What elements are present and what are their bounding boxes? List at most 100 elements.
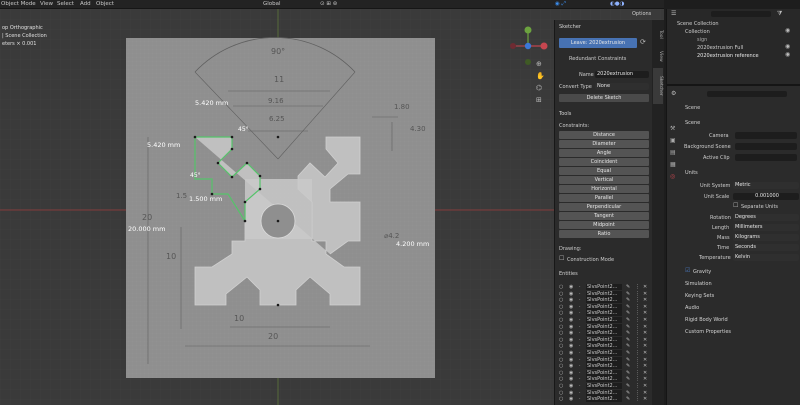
select-circle-icon[interactable]: ○ [559, 337, 563, 343]
more-icon[interactable]: ⋮ [635, 304, 640, 310]
eye-icon[interactable]: ◉ [569, 363, 573, 369]
camera-field[interactable] [735, 132, 797, 139]
select-circle-icon[interactable]: ○ [559, 324, 563, 330]
edit-icon[interactable]: ✎ [626, 297, 630, 303]
more-icon[interactable]: ⋮ [635, 376, 640, 382]
navigation-gizmo[interactable] [507, 25, 549, 67]
constraint-perpendicular[interactable]: Perpendicular [559, 203, 649, 211]
entity-name[interactable]: SlvsPoint2... [586, 303, 622, 310]
object-menu[interactable]: Object [96, 1, 114, 7]
select-circle-icon[interactable]: ○ [559, 330, 563, 336]
select-circle-icon[interactable]: ○ [559, 317, 563, 323]
construction-checkbox-icon[interactable]: ☐ [559, 256, 564, 262]
entity-name[interactable]: SlvsPoint2... [586, 297, 622, 304]
more-icon[interactable]: ⋮ [635, 291, 640, 297]
dim-1500[interactable]: 1.500 mm [189, 195, 222, 203]
scene-section[interactable]: Scene [685, 120, 700, 126]
rotation-select[interactable]: Degrees [733, 214, 799, 221]
entity-row[interactable]: ○ ◉ · SlvsPoint2... ✎ ⋮ ✕ [559, 396, 651, 403]
delete-x-icon[interactable]: ✕ [643, 310, 647, 316]
constraint-midpoint[interactable]: Midpoint [559, 221, 649, 229]
entity-name[interactable]: SlvsPoint2... [586, 336, 622, 343]
entity-name[interactable]: SlvsPoint2... [586, 383, 622, 389]
refresh-icon[interactable]: ⟳ [640, 39, 646, 46]
tab-tool[interactable]: Tool [653, 24, 663, 44]
active-clip-field[interactable] [735, 154, 797, 161]
select-circle-icon[interactable]: ○ [559, 370, 563, 376]
eye-icon[interactable]: ◉ [569, 297, 573, 303]
delete-x-icon[interactable]: ✕ [643, 317, 647, 323]
custom-properties-panel[interactable]: Custom Properties [685, 329, 731, 335]
eye-icon[interactable]: ◉ [569, 396, 573, 402]
delete-x-icon[interactable]: ✕ [643, 370, 647, 376]
sign-item[interactable]: sign [697, 37, 707, 43]
more-icon[interactable]: ⋮ [635, 396, 640, 402]
pan-hand-icon[interactable]: ✋ [536, 73, 545, 80]
more-icon[interactable]: ⋮ [635, 330, 640, 336]
eye-icon[interactable]: ◉ [569, 337, 573, 343]
delete-x-icon[interactable]: ✕ [643, 390, 647, 396]
ortho-grid-icon[interactable]: ⊞ [536, 97, 542, 104]
view-menu[interactable]: View [40, 1, 53, 7]
zoom-icon[interactable]: ⊕ [536, 61, 542, 68]
eye-icon[interactable]: ◉ [569, 304, 573, 310]
constraint-diameter[interactable]: Diameter [559, 140, 649, 148]
delete-x-icon[interactable]: ✕ [643, 350, 647, 356]
time-select[interactable]: Seconds [733, 244, 799, 251]
eye-icon[interactable]: ◉ [569, 357, 573, 363]
unit-scale-input[interactable]: 0.001000 [733, 193, 799, 200]
select-circle-icon[interactable]: ○ [559, 297, 563, 303]
entity-name[interactable]: SlvsPoint2... [586, 330, 622, 337]
entities-section[interactable]: Entities [559, 271, 578, 277]
constraint-equal[interactable]: Equal [559, 167, 649, 175]
select-circle-icon[interactable]: ○ [559, 357, 563, 363]
eye-icon[interactable]: ◉ [785, 44, 790, 50]
tools-section[interactable]: Tools [559, 111, 571, 117]
delete-sketch-button[interactable]: Delete Sketch [559, 94, 649, 102]
entity-name[interactable]: SlvsPoint2... [586, 343, 622, 350]
more-icon[interactable]: ⋮ [635, 297, 640, 303]
output-tab-icon[interactable]: ▤ [670, 150, 676, 156]
camera-view-icon[interactable]: ⌬ [536, 85, 542, 92]
convert-type-select[interactable]: None [595, 83, 649, 90]
select-circle-icon[interactable]: ○ [559, 304, 563, 310]
entity-name[interactable]: SlvsPoint2... [586, 310, 622, 317]
entity-name[interactable]: SlvsPoint2... [586, 363, 622, 370]
edit-icon[interactable]: ✎ [626, 396, 630, 402]
entity-name[interactable]: SlvsPoint2... [586, 369, 622, 376]
more-icon[interactable]: ⋮ [635, 390, 640, 396]
eye-icon[interactable]: ◉ [569, 343, 573, 349]
scene-tab-icon[interactable]: ◎ [670, 174, 675, 180]
audio-panel[interactable]: Audio [685, 305, 699, 311]
simulation-panel[interactable]: Simulation [685, 281, 712, 287]
select-menu[interactable]: Select [57, 1, 74, 7]
edit-icon[interactable]: ✎ [626, 291, 630, 297]
eye-icon[interactable]: ◉ [785, 52, 790, 58]
dim-45-top[interactable]: 45° [238, 126, 249, 133]
eye-icon[interactable]: ◉ [569, 284, 573, 290]
options-button[interactable]: Options [632, 11, 651, 17]
dim-5420-left[interactable]: 5.420 mm [147, 141, 180, 149]
entity-name[interactable]: SlvsPoint2... [586, 356, 622, 363]
dim-45-left[interactable]: 45° [190, 172, 201, 179]
gravity-checkbox-icon[interactable]: ☑ [685, 268, 690, 274]
shading-icon[interactable]: ◐●◑ [610, 1, 624, 7]
select-circle-icon[interactable]: ○ [559, 390, 563, 396]
units-section[interactable]: Units [685, 170, 698, 176]
more-icon[interactable]: ⋮ [635, 383, 640, 389]
constraint-coincident[interactable]: Coincident [559, 158, 649, 166]
edit-icon[interactable]: ✎ [626, 330, 630, 336]
constraint-angle[interactable]: Angle [559, 149, 649, 157]
select-circle-icon[interactable]: ○ [559, 383, 563, 389]
edit-icon[interactable]: ✎ [626, 383, 630, 389]
leave-sketch-button[interactable]: Leave: 2020extrusion [559, 38, 637, 48]
snap-icon[interactable]: ⊙ ⊞ ⊚ [320, 1, 337, 7]
filter-icon[interactable]: ⧩ [777, 11, 782, 17]
scene-collection-item[interactable]: Scene Collection [677, 21, 719, 27]
eye-icon[interactable]: ◉ [569, 376, 573, 382]
keying-sets-panel[interactable]: Keying Sets [685, 293, 714, 299]
entity-name[interactable]: SlvsPoint2... [586, 317, 622, 323]
entity-name[interactable]: SlvsPoint2... [586, 290, 622, 297]
view-layer-tab-icon[interactable]: ▦ [670, 162, 676, 168]
properties-search[interactable] [707, 91, 787, 97]
